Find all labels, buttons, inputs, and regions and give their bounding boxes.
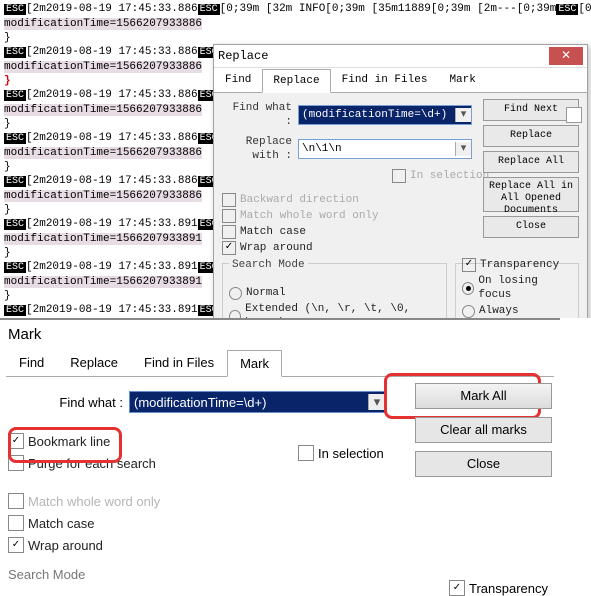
tab-find-in-files[interactable]: Find in Files bbox=[131, 349, 227, 376]
clear-marks-button[interactable]: Clear all marks bbox=[415, 417, 552, 443]
tab-replace[interactable]: Replace bbox=[262, 69, 330, 93]
log-line: ESC[2m2019-08-19 17:45:33.886ESC[0;39m [… bbox=[4, 2, 587, 17]
replace-with-input[interactable]: \n\1\n▾ bbox=[298, 139, 472, 159]
on-losing-focus-radio[interactable] bbox=[462, 282, 474, 295]
log-line: } bbox=[4, 31, 587, 45]
tab-mark[interactable]: Mark bbox=[227, 350, 282, 377]
in-selection-checkbox bbox=[392, 169, 406, 183]
chevron-down-icon[interactable]: ▾ bbox=[455, 108, 471, 122]
normal-radio[interactable] bbox=[229, 287, 242, 300]
dialog-tabs: Find Replace Find in Files Mark bbox=[214, 68, 587, 93]
replace-dialog: Replace ✕ Find Replace Find in Files Mar… bbox=[213, 44, 588, 318]
whole-word-checkbox bbox=[222, 209, 236, 223]
dialog-titlebar[interactable]: Replace ✕ bbox=[214, 45, 587, 68]
tab-find[interactable]: Find bbox=[214, 68, 262, 92]
find-what-input[interactable]: (modificationTime=\d+)▾ bbox=[298, 105, 472, 125]
find-what-input[interactable]: (modificationTime=\d+)▾ bbox=[129, 391, 386, 413]
tab-find[interactable]: Find bbox=[6, 349, 57, 376]
transparency-checkbox[interactable] bbox=[449, 580, 465, 596]
dialog-title: Replace bbox=[218, 49, 549, 63]
match-case-checkbox[interactable] bbox=[222, 225, 236, 239]
find-what-label: Find what : bbox=[222, 101, 292, 129]
mark-all-button[interactable]: Mark All bbox=[415, 383, 552, 409]
in-selection-checkbox[interactable] bbox=[298, 445, 314, 461]
tab-replace[interactable]: Replace bbox=[57, 349, 131, 376]
mark-dialog: Mark Find Replace Find in Files Mark Mar… bbox=[0, 318, 560, 596]
tab-find-in-files[interactable]: Find in Files bbox=[331, 68, 439, 92]
always-radio[interactable] bbox=[462, 305, 475, 318]
log-line: modificationTime=1566207933886 bbox=[4, 17, 587, 31]
find-next-extra-checkbox[interactable] bbox=[566, 107, 582, 123]
close-button[interactable]: Close bbox=[415, 451, 552, 477]
whole-word-checkbox bbox=[8, 493, 24, 509]
backward-checkbox bbox=[222, 193, 236, 207]
tab-mark[interactable]: Mark bbox=[438, 68, 486, 92]
replace-with-label: Replace with : bbox=[222, 135, 292, 163]
mark-title: Mark bbox=[0, 320, 560, 349]
match-case-checkbox[interactable] bbox=[8, 515, 24, 531]
extended-radio[interactable] bbox=[229, 310, 241, 319]
close-dialog-button[interactable]: Close bbox=[483, 216, 579, 238]
wrap-checkbox[interactable] bbox=[8, 537, 24, 553]
replace-button[interactable]: Replace bbox=[483, 125, 579, 147]
highlight-annotation bbox=[8, 427, 122, 463]
find-next-button[interactable]: Find Next bbox=[483, 99, 579, 121]
close-button[interactable]: ✕ bbox=[549, 47, 583, 65]
find-what-label: Find what : bbox=[8, 395, 123, 410]
transparency-checkbox[interactable] bbox=[462, 258, 476, 272]
replace-all-opened-button[interactable]: Replace All in All Opened Documents bbox=[483, 177, 579, 212]
chevron-down-icon[interactable]: ▾ bbox=[455, 142, 471, 156]
editor-log: ESC[2m2019-08-19 17:45:33.886ESC[0;39m [… bbox=[0, 0, 591, 318]
replace-all-button[interactable]: Replace All bbox=[483, 151, 579, 173]
search-mode-label: Search Mode bbox=[229, 258, 308, 272]
wrap-checkbox[interactable] bbox=[222, 241, 236, 255]
chevron-down-icon[interactable]: ▾ bbox=[368, 394, 385, 410]
